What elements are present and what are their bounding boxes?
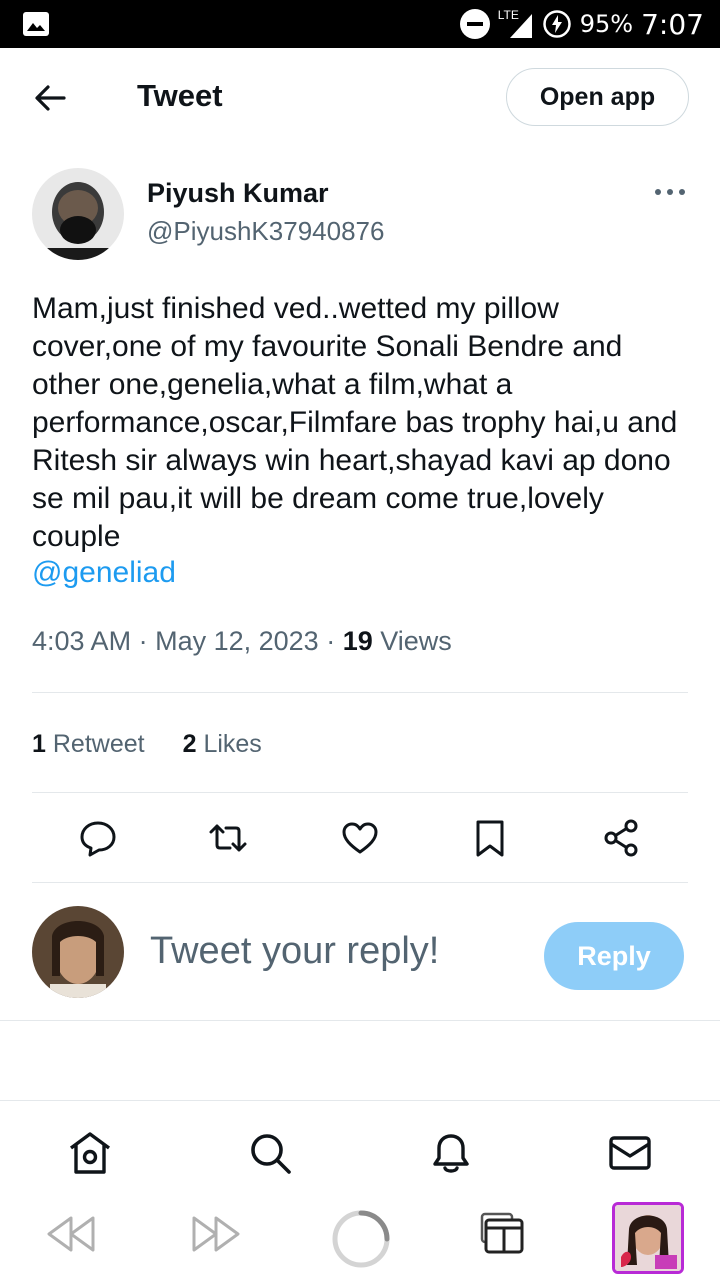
tabs-icon[interactable] [480,1212,526,1256]
loading-icon[interactable] [330,1208,392,1270]
bottom-nav-divider [0,1100,720,1101]
bookmark-icon[interactable] [470,818,510,858]
author-name[interactable]: Piyush Kumar [147,178,329,209]
retweet-icon[interactable] [208,818,248,858]
reply-input[interactable]: Tweet your reply! [150,930,439,973]
open-app-button[interactable]: Open app [506,68,689,126]
notifications-icon[interactable] [428,1130,474,1176]
divider [32,792,688,793]
likes-label: Likes [203,730,262,758]
header: Tweet Open app [0,48,720,148]
browser-forward-icon[interactable] [190,1212,242,1256]
share-icon[interactable] [602,818,642,858]
mention-link[interactable]: @geneliad [32,556,176,590]
profile-icon[interactable] [612,1202,684,1274]
messages-icon[interactable] [607,1130,653,1176]
battery-percent: 95% [579,10,634,38]
more-options-icon[interactable] [652,182,688,202]
tweet-stats: 1 Retweet 2 Likes [32,730,262,759]
clock: 7:07 [641,7,704,41]
browser-back-icon[interactable] [45,1212,97,1256]
views-label: Views [380,626,452,656]
battery-saver-icon [543,10,571,38]
home-icon[interactable] [67,1130,113,1176]
back-arrow-icon[interactable] [30,78,70,118]
tweet-date: May 12, 2023 [155,626,319,656]
status-bar: LTE 95% 7:07 [0,0,720,48]
current-user-avatar [32,906,124,998]
do-not-disturb-icon [459,9,490,39]
tweet-meta: 4:03 AM · May 12, 2023 · 19 Views [32,626,452,657]
author-handle[interactable]: @PiyushK37940876 [147,216,384,247]
search-icon[interactable] [247,1130,293,1176]
meta-separator: · [326,626,343,656]
gallery-notification-icon [23,12,49,36]
likes-stat[interactable]: 2 Likes [183,730,262,759]
retweets-count: 1 [32,730,46,758]
divider [32,882,688,883]
tweet-time: 4:03 AM [32,626,132,656]
signal-icon: LTE [498,6,534,42]
reply-icon[interactable] [78,818,118,858]
meta-separator: · [138,626,156,656]
reply-button[interactable]: Reply [544,922,684,990]
action-bar [0,818,720,860]
divider [32,692,688,693]
page-title: Tweet [137,78,223,113]
retweets-stat[interactable]: 1 Retweet [32,730,145,759]
divider [0,1020,720,1021]
like-icon[interactable] [340,818,380,858]
author-avatar[interactable] [32,168,124,260]
likes-count: 2 [182,730,197,758]
retweets-label: Retweet [52,730,145,758]
views-count: 19 [342,626,373,656]
tweet-text: Mam,just finished ved..wetted my pillow … [32,292,678,553]
